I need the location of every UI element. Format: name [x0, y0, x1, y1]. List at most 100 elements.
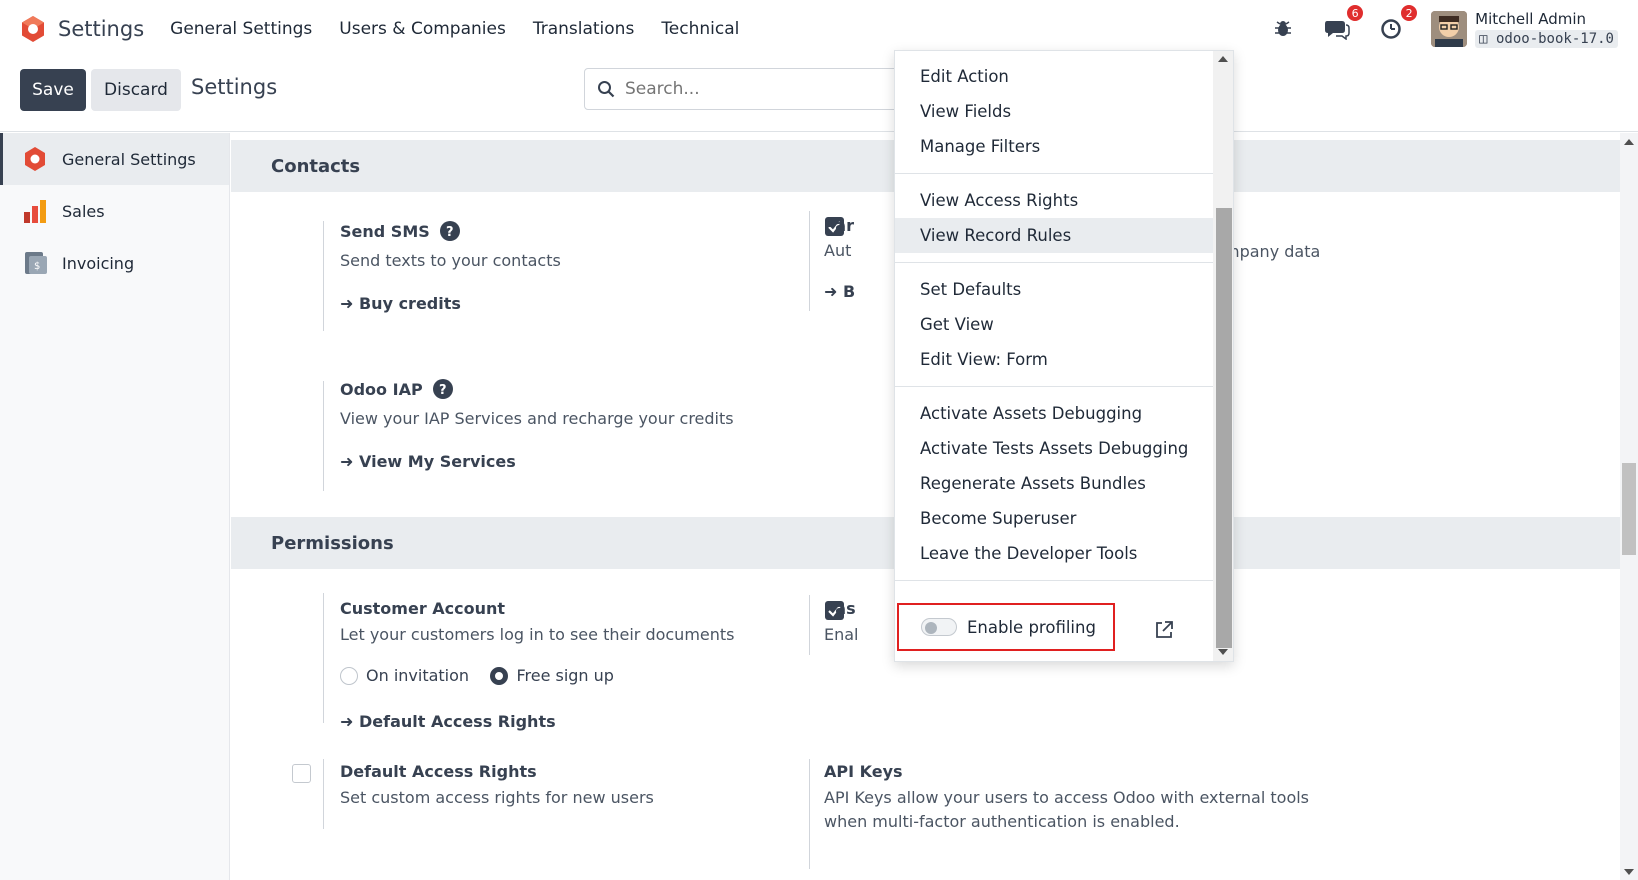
radio-circle-selected-icon [490, 666, 509, 685]
buy-credits-link[interactable]: ➜ Buy credits [340, 294, 561, 313]
activities-clock-icon[interactable]: 2 [1377, 3, 1420, 43]
user-name: Mitchell Admin [1475, 10, 1587, 28]
sidebar-item-invoicing[interactable]: $ Invoicing [0, 237, 229, 289]
partner-link[interactable]: ➜ B [824, 282, 855, 301]
menu-technical[interactable]: Technical [661, 19, 739, 39]
enable-profiling-label: Enable profiling [967, 617, 1096, 637]
sidebar-item-label: Sales [62, 201, 105, 221]
menu-item-leave-developer-tools[interactable]: Leave the Developer Tools [895, 536, 1213, 571]
dropdown-scrollbar-thumb[interactable] [1216, 208, 1232, 648]
help-icon[interactable]: ? [432, 379, 453, 399]
menu-item-edit-view-form[interactable]: Edit View: Form [895, 342, 1213, 377]
debug-bug-icon[interactable] [1269, 15, 1297, 43]
sidebar-item-general-settings[interactable]: General Settings [0, 133, 229, 185]
scroll-down-arrow-icon[interactable] [1620, 866, 1638, 878]
search-box[interactable] [584, 68, 904, 110]
odoo-iap-setting: Odoo IAP ? View your IAP Services and re… [340, 379, 734, 471]
radio-on-invitation[interactable]: On invitation [340, 666, 469, 685]
page-scrollbar[interactable] [1620, 133, 1638, 880]
arrow-right-icon: ➜ [340, 711, 359, 731]
customer-account-description: Let your customers log in to see their d… [340, 625, 735, 644]
user-avatar[interactable] [1431, 11, 1468, 47]
discard-button[interactable]: Discard [91, 69, 181, 111]
sidebar-item-label: General Settings [62, 149, 196, 169]
svg-text:?: ? [439, 383, 447, 398]
partner-autocomplete-setting: Par Aut ➜ B [824, 216, 855, 301]
sidebar-item-sales[interactable]: Sales [0, 185, 229, 237]
app-name: Settings [58, 17, 145, 41]
menu-divider [895, 262, 1213, 263]
partner-autocomplete-title: Par [824, 216, 854, 235]
scroll-down-arrow-icon[interactable] [1213, 645, 1233, 659]
menu-general-settings[interactable]: General Settings [170, 19, 312, 39]
api-keys-title: API Keys [824, 762, 903, 781]
send-sms-title: Send SMS [340, 221, 430, 241]
default-access-rights-link[interactable]: ➜ Default Access Rights [340, 712, 735, 731]
debug-menu-dropdown: Edit Action View Fields Manage Filters V… [894, 50, 1234, 662]
setting-divider [323, 593, 324, 723]
enable-profiling-highlight: Enable profiling [897, 603, 1115, 651]
setting-divider [809, 211, 810, 311]
setting-divider [323, 759, 324, 829]
send-sms-description: Send texts to your contacts [340, 251, 561, 270]
settings-sidebar: General Settings Sales $ Invoicing [0, 133, 230, 880]
password-reset-title: Pas [824, 599, 856, 618]
menu-item-become-superuser[interactable]: Become Superuser [895, 501, 1213, 536]
default-access-rights-checkbox[interactable] [292, 764, 311, 783]
sales-chart-icon [24, 200, 46, 223]
setting-divider [809, 595, 810, 655]
menu-item-activate-tests-assets-debugging[interactable]: Activate Tests Assets Debugging [895, 431, 1213, 466]
user-info[interactable]: Mitchell Admin ◫ odoo-book-17.0 [1475, 10, 1618, 48]
messages-icon[interactable]: 6 [1323, 3, 1366, 43]
main-menu: General Settings Users & Companies Trans… [170, 19, 766, 39]
api-keys-description-line1: API Keys allow your users to access Odoo… [824, 788, 1310, 807]
database-icon: ◫ [1479, 31, 1496, 47]
database-name: odoo-book-17.0 [1495, 31, 1614, 47]
setting-divider [323, 381, 324, 491]
menu-item-activate-assets-debugging[interactable]: Activate Assets Debugging [895, 396, 1213, 431]
menu-divider [895, 386, 1213, 387]
menu-item-regenerate-assets-bundles[interactable]: Regenerate Assets Bundles [895, 466, 1213, 501]
database-label: ◫ odoo-book-17.0 [1475, 28, 1618, 48]
customer-account-options: On invitation Free sign up [340, 666, 735, 690]
odoo-iap-description: View your IAP Services and recharge your… [340, 409, 734, 428]
top-navbar: Settings General Settings Users & Compan… [0, 0, 1638, 58]
enable-profiling-toggle[interactable] [921, 618, 957, 636]
menu-item-get-view[interactable]: Get View [895, 307, 1213, 342]
menu-translations[interactable]: Translations [533, 19, 635, 39]
page-scrollbar-thumb[interactable] [1622, 463, 1636, 555]
dropdown-scrollbar[interactable] [1213, 51, 1233, 661]
customer-account-setting: Customer Account Let your customers log … [340, 599, 735, 731]
breadcrumb: Settings [191, 75, 278, 99]
scroll-up-arrow-icon[interactable] [1620, 136, 1638, 148]
buy-credits-label: Buy credits [358, 294, 461, 313]
arrow-right-icon: ➜ [340, 452, 359, 471]
app-brand[interactable]: Settings [18, 14, 144, 44]
menu-item-view-record-rules[interactable]: View Record Rules [895, 218, 1213, 253]
radio-free-sign-up[interactable]: Free sign up [490, 666, 614, 685]
save-button[interactable]: Save [20, 69, 86, 111]
partner-autocomplete-description: Aut [824, 241, 852, 260]
password-reset-description: Enal [824, 625, 859, 644]
menu-divider [895, 173, 1213, 174]
menu-item-view-fields[interactable]: View Fields [895, 94, 1213, 129]
password-reset-setting: Pas Enal [824, 599, 859, 644]
search-input[interactable] [625, 79, 865, 99]
menu-users-companies[interactable]: Users & Companies [339, 19, 506, 39]
scroll-up-arrow-icon[interactable] [1213, 52, 1233, 66]
api-keys-description-line2: when multi-factor authentication is enab… [824, 812, 1180, 831]
sidebar-item-label: Invoicing [62, 253, 135, 273]
menu-item-set-defaults[interactable]: Set Defaults [895, 272, 1213, 307]
view-my-services-link[interactable]: ➜ View My Services [340, 452, 734, 471]
setting-divider [323, 221, 324, 331]
messages-badge: 6 [1345, 3, 1366, 23]
setting-divider [809, 759, 810, 869]
external-link-icon[interactable] [1153, 619, 1175, 641]
help-icon[interactable]: ? [439, 221, 460, 241]
menu-item-view-access-rights[interactable]: View Access Rights [895, 183, 1213, 218]
menu-item-edit-action[interactable]: Edit Action [895, 59, 1213, 94]
menu-item-manage-filters[interactable]: Manage Filters [895, 129, 1213, 164]
radio-label: On invitation [366, 666, 470, 685]
partner-description-trailing: mpany data [1224, 242, 1321, 261]
svg-text:?: ? [446, 225, 454, 240]
